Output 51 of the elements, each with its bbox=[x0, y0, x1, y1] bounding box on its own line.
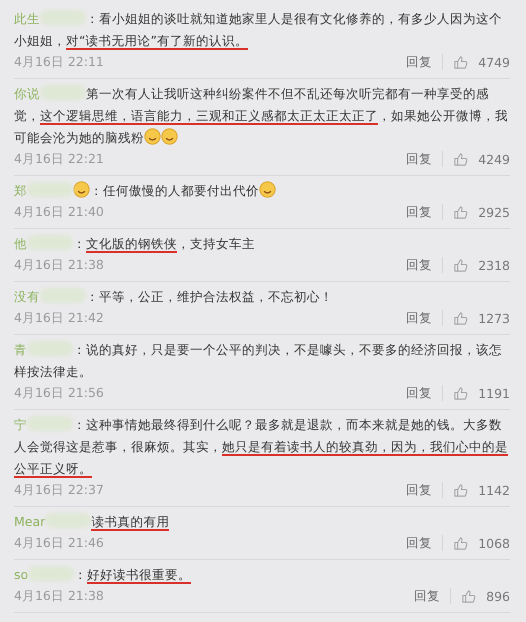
like-count: 4749 bbox=[478, 54, 510, 70]
reply-link[interactable]: 回复 bbox=[406, 482, 432, 498]
comment-text: 郑 ：任何傲慢的人都要付出代价 bbox=[14, 180, 510, 202]
like-count: 2318 bbox=[478, 258, 510, 272]
like-icon[interactable] bbox=[453, 152, 468, 166]
like-icon[interactable] bbox=[461, 588, 476, 604]
emoji-icon bbox=[259, 181, 276, 198]
timestamp: 4月16日 22:11 bbox=[14, 54, 104, 70]
like-count: 1191 bbox=[478, 386, 510, 400]
comment-text: 此生 ：看小姐姐的谈吐就知道她家里人是很有文化修养的，有多少人因为这个小姐姐，对“读书无用论”有了新的认识。 bbox=[14, 9, 503, 52]
comment-text: 宁 ：这种事情她最终得到什么呢？最多就是退款，而本来就是她的钱。大多数人会觉得这是惹事，很麻烦。其实，她只是有着读书人的较真劲，因为，我们心中的是公平正义呀。 bbox=[14, 415, 509, 480]
like-count: 1142 bbox=[478, 482, 510, 498]
like-icon[interactable] bbox=[453, 536, 468, 550]
timestamp: 4月16日 21:46 bbox=[14, 534, 104, 552]
comment-text: 他 ：文化版的钢铁侠，支持女车主 bbox=[14, 234, 256, 255]
reply-link[interactable]: 回复 bbox=[406, 204, 432, 220]
timestamp: 4月16日 22:37 bbox=[14, 482, 104, 498]
like-icon[interactable] bbox=[453, 386, 468, 400]
blurred-name bbox=[45, 513, 92, 528]
comment-text: 没有 ：平等，公正，维护合法权益，不忘初心！ bbox=[14, 287, 334, 306]
emoji-icon bbox=[73, 181, 90, 198]
reply-link[interactable]: 回复 bbox=[406, 150, 432, 168]
comment-text: so ：好好读书很重要。 bbox=[14, 565, 192, 586]
like-icon[interactable] bbox=[453, 482, 468, 498]
comment-text: 青 ：说的真好，只是要一个公平的判决，不是噱头，不要多的经济回报，该怎样按法律走。 bbox=[14, 340, 503, 381]
timestamp: 4月16日 21:42 bbox=[14, 310, 104, 326]
like-icon[interactable] bbox=[453, 54, 468, 70]
reply-link[interactable]: 回复 bbox=[406, 534, 432, 552]
comment-text: Mear 读书真的有用 bbox=[14, 512, 170, 533]
reply-link[interactable]: 回复 bbox=[406, 384, 432, 402]
like-icon[interactable] bbox=[453, 310, 468, 326]
reply-link[interactable]: 回复 bbox=[414, 588, 440, 604]
like-count: 1068 bbox=[478, 536, 510, 550]
like-icon[interactable] bbox=[453, 258, 468, 272]
like-count: 896 bbox=[486, 588, 510, 604]
reply-link[interactable]: 回复 bbox=[406, 54, 432, 70]
comment-text: 你说 第一次有人让我听这种纠纷案件不但不乱还每次听完都有一种享受的感觉，这个逻辑思维，语言能力，三观和正义感都太正太正太正了，如果她公开微博，我可能会沦为她的脑残粉 bbox=[14, 84, 509, 147]
blurred-name bbox=[27, 182, 73, 197]
emoji-icon bbox=[161, 128, 178, 145]
reply-link[interactable]: 回复 bbox=[406, 310, 432, 326]
like-icon[interactable] bbox=[453, 204, 468, 220]
timestamp: 4月16日 21:38 bbox=[14, 588, 104, 604]
timestamp: 4月16日 22:21 bbox=[14, 150, 104, 168]
timestamp: 4月16日 21:40 bbox=[14, 204, 104, 220]
reply-link[interactable]: 回复 bbox=[406, 256, 432, 274]
like-count: 4249 bbox=[478, 152, 510, 166]
timestamp: 4月16日 21:56 bbox=[14, 384, 104, 402]
like-count: 1273 bbox=[478, 310, 510, 326]
timestamp: 4月16日 21:38 bbox=[14, 256, 104, 274]
emoji-icon bbox=[144, 128, 161, 145]
like-count: 2925 bbox=[478, 204, 510, 220]
